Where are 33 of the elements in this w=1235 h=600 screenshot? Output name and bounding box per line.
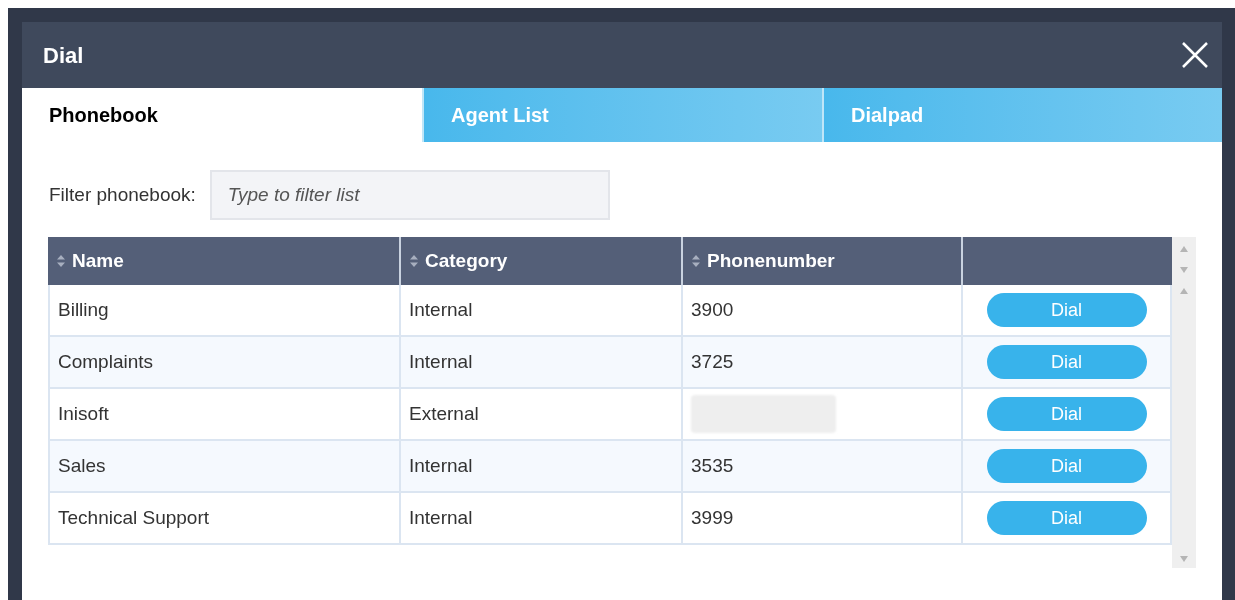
dial-button[interactable]: Dial xyxy=(986,449,1147,483)
scroll-up-icon[interactable] xyxy=(1179,245,1189,253)
table-cell-text: 3725 xyxy=(691,349,734,374)
table-cell: Billing xyxy=(50,285,401,335)
table-cell: External xyxy=(401,389,683,439)
table-cell-text: 3999 xyxy=(691,505,734,530)
table-cell: Internal xyxy=(401,285,683,335)
table-cell-text: 3900 xyxy=(691,297,734,322)
filter-label: Filter phonebook: xyxy=(49,182,196,207)
table-cell: Complaints xyxy=(50,337,401,387)
scrollbar[interactable] xyxy=(1172,237,1196,568)
dial-button[interactable]: Dial xyxy=(986,345,1147,379)
table-cell-text: 3535 xyxy=(691,453,734,478)
sort-icon xyxy=(409,254,419,268)
table-cell: Sales xyxy=(50,441,401,491)
sort-icon xyxy=(56,254,66,268)
dial-button[interactable]: Dial xyxy=(986,397,1147,431)
sort-icon xyxy=(691,254,701,268)
scroll-down-icon[interactable] xyxy=(1179,266,1189,274)
dial-button[interactable]: Dial xyxy=(986,501,1147,535)
filter-field[interactable]: Type to filter list xyxy=(209,170,610,220)
dial-button[interactable]: Dial xyxy=(986,293,1147,327)
table-cell: Inisoft xyxy=(50,389,401,439)
tab[interactable]: Dialpad xyxy=(822,88,1222,142)
scroll-down-icon[interactable] xyxy=(1179,555,1189,563)
table-cell: Technical Support xyxy=(50,493,401,543)
window-title: Dial xyxy=(43,41,84,70)
close-icon[interactable] xyxy=(1181,41,1209,69)
scroll-up-icon[interactable] xyxy=(1179,287,1189,295)
table-cell: Internal xyxy=(401,493,683,543)
tab[interactable]: Agent List xyxy=(422,88,822,142)
table-cell: Internal xyxy=(401,441,683,491)
table-cell: Internal xyxy=(401,337,683,387)
